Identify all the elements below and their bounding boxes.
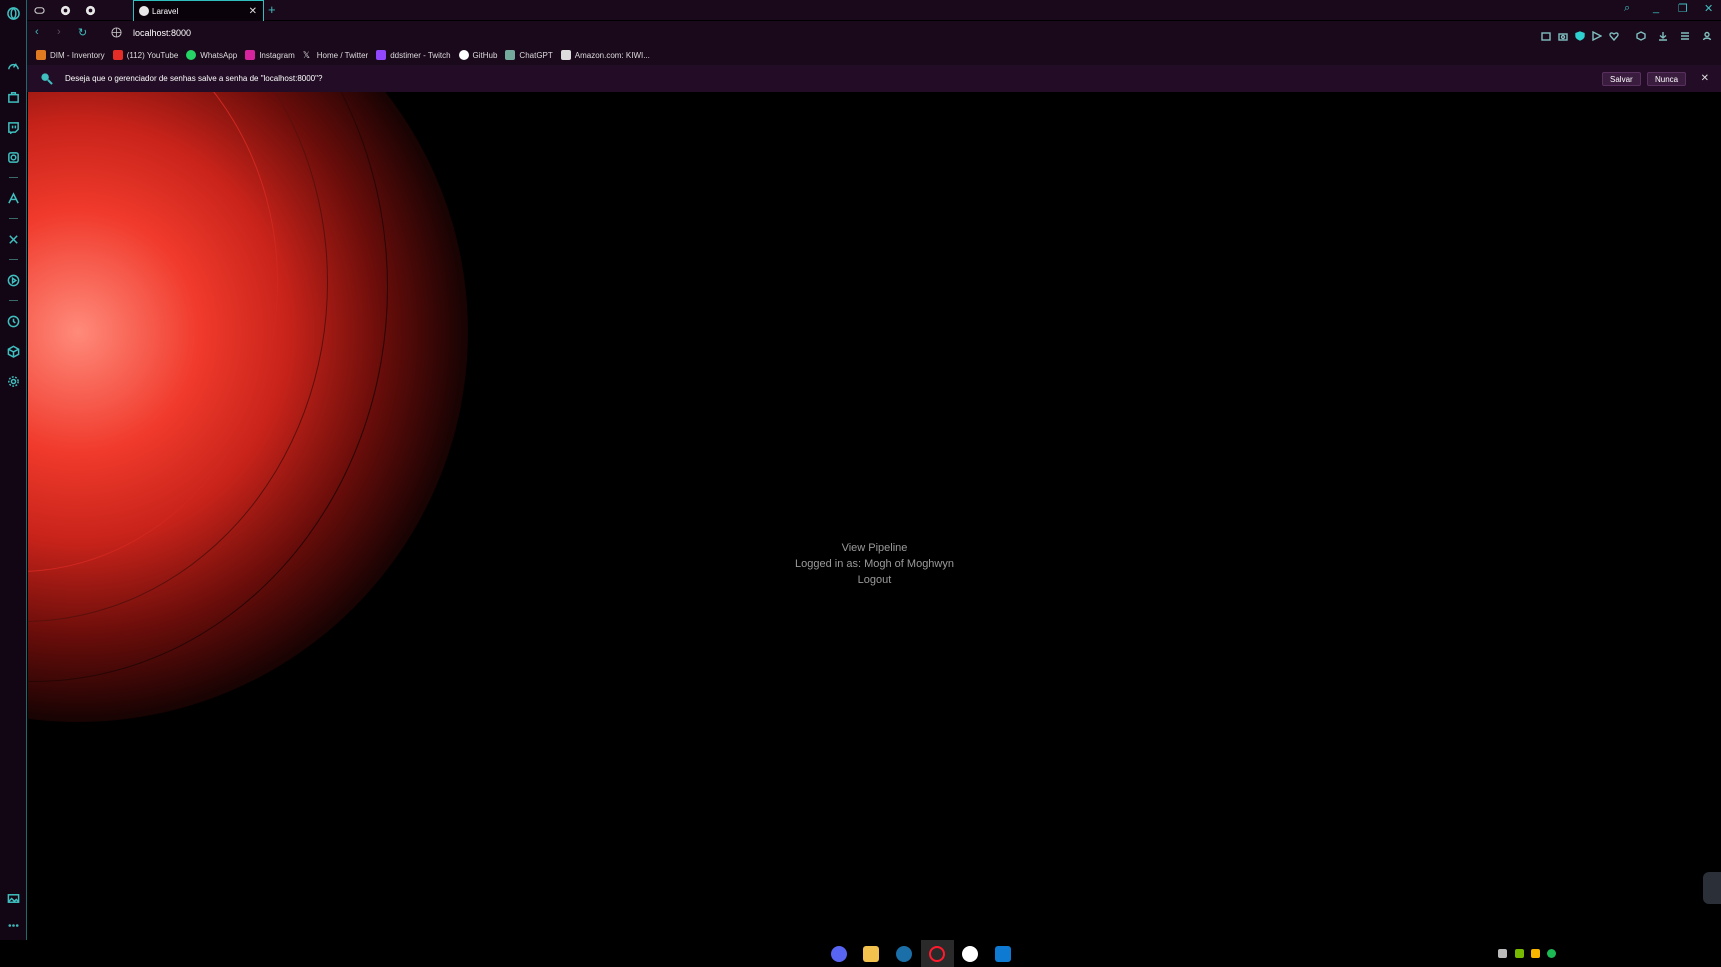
- chatgpt-icon: [505, 50, 516, 60]
- pinned-tab-gamepad[interactable]: [29, 2, 49, 18]
- settings-gear-icon[interactable]: [6, 374, 21, 389]
- browser-sidebar: [0, 0, 27, 940]
- bookmark-youtube[interactable]: (112) YouTube: [112, 50, 178, 60]
- globe-icon: [60, 5, 70, 15]
- tab-title: Laravel: [152, 6, 179, 16]
- side-chat-widget-icon[interactable]: [1703, 872, 1721, 904]
- github-icon: [458, 50, 469, 60]
- x-twitter-icon: 𝕏: [302, 50, 311, 60]
- pinned-tab-globe-2[interactable]: [80, 2, 100, 18]
- send-icon[interactable]: [1592, 28, 1603, 42]
- logout-link[interactable]: Logout: [858, 572, 892, 588]
- bookmark-whatsapp[interactable]: WhatsApp: [186, 50, 237, 60]
- sidebar-divider: [9, 218, 18, 219]
- globe-icon: [139, 6, 149, 16]
- password-save-prompt: Deseja que o gerenciador de senhas salve…: [27, 65, 1721, 92]
- sidebar-divider: [9, 300, 18, 301]
- reload-button[interactable]: ↻: [78, 26, 87, 39]
- winamp-icon[interactable]: [1531, 949, 1540, 958]
- globe-icon: [85, 5, 95, 15]
- key-search-icon: [41, 73, 53, 85]
- close-window-button[interactable]: ✕: [1704, 2, 1713, 15]
- more-options-icon[interactable]: [6, 918, 21, 933]
- restore-button[interactable]: ❐: [1678, 2, 1688, 15]
- history-clock-icon[interactable]: [6, 314, 21, 329]
- sidebar-divider: [9, 177, 18, 178]
- speed-dial-icon[interactable]: [6, 59, 21, 74]
- bookmark-twitter[interactable]: 𝕏 Home / Twitter: [303, 50, 368, 60]
- instagram-icon: [245, 50, 256, 60]
- close-prompt-icon[interactable]: ✕: [1701, 73, 1709, 84]
- youtube-icon: [112, 50, 123, 60]
- search-tabs-icon[interactable]: ⌕: [1624, 2, 1630, 15]
- profile-icon[interactable]: [1702, 28, 1712, 41]
- bookmark-amazon[interactable]: Amazon.com: KIWI...: [560, 50, 650, 60]
- extensions-icon[interactable]: [1636, 28, 1646, 41]
- site-info-globe-icon[interactable]: [111, 27, 122, 38]
- address-bar: ‹ › ↻ localhost:8000: [27, 21, 1721, 45]
- page-viewport: View Pipeline Logged in as: Mogh of Mogh…: [28, 92, 1721, 940]
- shopping-bag-icon[interactable]: [6, 89, 21, 104]
- dim-icon: [36, 50, 46, 60]
- snapshot-camera-icon[interactable]: [1558, 28, 1568, 41]
- password-prompt-message: Deseja que o gerenciador de senhas salve…: [65, 74, 323, 83]
- steam-icon[interactable]: [896, 946, 912, 962]
- twitch-icon[interactable]: [6, 120, 21, 135]
- save-password-button[interactable]: Salvar: [1602, 72, 1641, 86]
- file-explorer-icon[interactable]: [863, 946, 879, 962]
- amazon-icon: [560, 50, 571, 60]
- pinned-tab-globe[interactable]: [55, 2, 75, 18]
- vscode-icon[interactable]: [995, 946, 1011, 962]
- opera-gx-icon[interactable]: [929, 946, 945, 962]
- nvidia-icon[interactable]: [1515, 949, 1524, 958]
- spotify-icon[interactable]: [1547, 949, 1556, 958]
- view-pipeline-link[interactable]: View Pipeline: [842, 540, 908, 556]
- tab-laravel[interactable]: Laravel ✕: [133, 0, 264, 21]
- discord-icon[interactable]: [831, 946, 847, 962]
- extensions-cube-icon[interactable]: [6, 344, 21, 359]
- never-save-button[interactable]: Nunca: [1647, 72, 1687, 86]
- gamepad-icon: [33, 6, 45, 14]
- download-icon[interactable]: [1658, 28, 1668, 41]
- whatsapp-icon: [186, 50, 197, 60]
- player-icon[interactable]: [6, 273, 21, 288]
- new-tab-button[interactable]: +: [268, 2, 276, 18]
- share-icon[interactable]: [1541, 28, 1551, 41]
- back-button[interactable]: ‹: [35, 26, 39, 38]
- tab-strip: Laravel ✕ + ⌕ _ ❐ ✕: [27, 0, 1721, 21]
- url-field[interactable]: localhost:8000: [133, 28, 191, 38]
- aria-ai-icon[interactable]: [6, 191, 21, 206]
- bookmarks-bar: DIM - Inventory (112) YouTube WhatsApp I…: [27, 45, 1721, 65]
- sidebar-divider: [9, 259, 18, 260]
- forward-button[interactable]: ›: [57, 26, 61, 38]
- twitch-icon: [376, 50, 387, 60]
- bookmark-chatgpt[interactable]: ChatGPT: [505, 50, 553, 60]
- opera-logo-icon[interactable]: [6, 6, 21, 21]
- close-tab-icon[interactable]: ✕: [249, 6, 257, 17]
- os-taskbar: [0, 940, 1721, 967]
- tray-app-icon[interactable]: [1498, 949, 1507, 958]
- minimize-button[interactable]: _: [1653, 2, 1659, 14]
- x-twitter-icon[interactable]: [6, 232, 21, 247]
- logged-in-status: Logged in as: Mogh of Moghwyn: [795, 558, 954, 570]
- favorites-heart-icon[interactable]: [1609, 28, 1619, 42]
- bookmark-twitch[interactable]: ddstimer - Twitch: [376, 50, 451, 60]
- bookmark-instagram[interactable]: Instagram: [245, 50, 295, 60]
- gallery-icon[interactable]: [6, 891, 21, 906]
- bookmark-dim-inventory[interactable]: DIM - Inventory: [36, 50, 105, 60]
- user-panel: View Pipeline Logged in as: Mogh of Mogh…: [28, 540, 1721, 588]
- instagram-icon[interactable]: [6, 150, 21, 165]
- chat-app-icon[interactable]: [962, 946, 978, 962]
- bookmark-github[interactable]: GitHub: [458, 50, 497, 60]
- vpn-shield-icon[interactable]: [1575, 28, 1585, 41]
- easy-setup-icon[interactable]: [1680, 28, 1690, 40]
